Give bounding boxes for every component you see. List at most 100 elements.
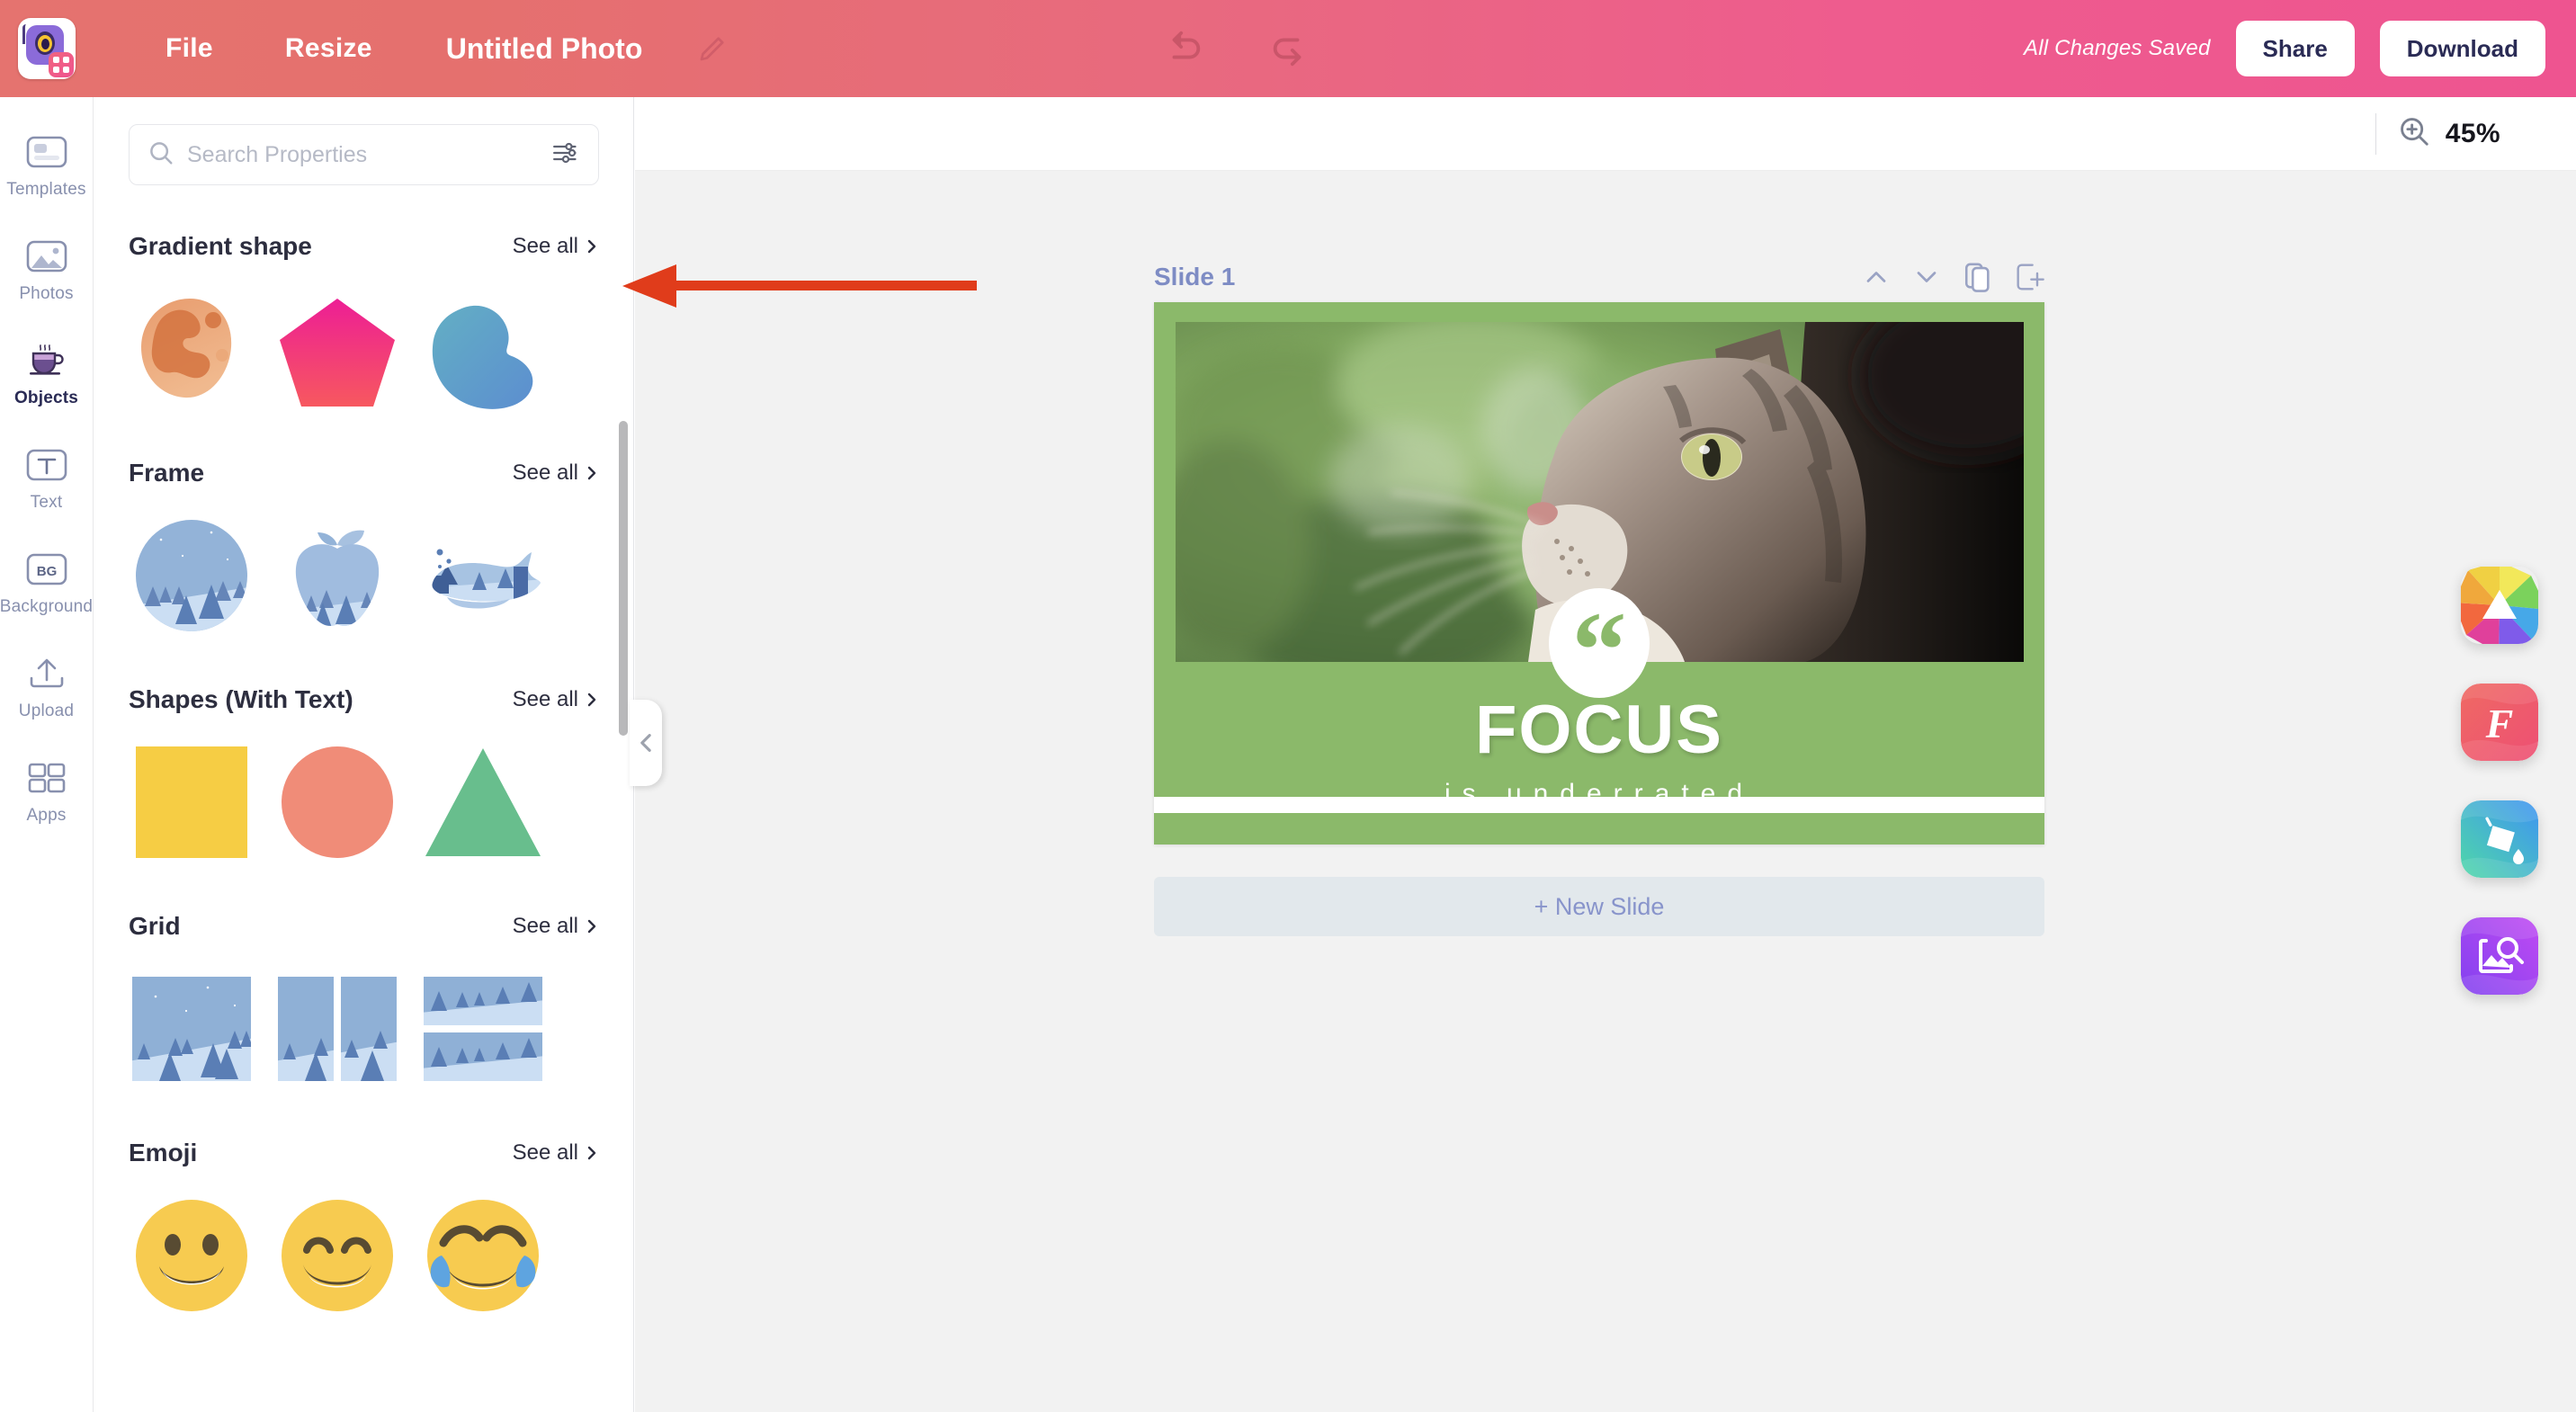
sidebar-item-apps[interactable]: Apps xyxy=(0,757,94,826)
zoom-level-value[interactable]: 45% xyxy=(2446,119,2500,149)
apps-grid-icon xyxy=(23,757,70,799)
properties-panel: Gradient shape See all xyxy=(94,97,634,1412)
search-properties-box[interactable] xyxy=(129,124,599,185)
see-all-label: See all xyxy=(512,687,578,711)
sidebar-label: Background xyxy=(0,597,94,616)
section-title: Grid xyxy=(129,912,181,940)
script-f-icon: F xyxy=(2461,684,2538,761)
search-input[interactable] xyxy=(187,141,551,168)
sidebar-item-objects[interactable]: Objects xyxy=(0,340,94,408)
header-actions: All Changes Saved Share Download xyxy=(2024,0,2545,97)
section-tiles xyxy=(129,1193,599,1318)
tile-blob-orange-gradient[interactable] xyxy=(129,286,255,412)
menu-file-label: File xyxy=(165,33,213,63)
sidebar-label: Upload xyxy=(18,702,75,720)
effects-app-button[interactable] xyxy=(2461,567,2538,644)
sidebar-item-text[interactable]: Text xyxy=(0,444,94,513)
section-title: Emoji xyxy=(129,1139,198,1166)
add-slide-icon[interactable] xyxy=(2016,262,2044,292)
tile-circle-salmon[interactable] xyxy=(274,739,400,865)
download-button[interactable]: Download xyxy=(2379,21,2545,76)
background-bg-icon: BG xyxy=(23,549,70,590)
see-all-label: See all xyxy=(512,460,578,485)
panel-scrollbar-thumb[interactable] xyxy=(619,421,628,736)
sliders-filter-icon[interactable] xyxy=(551,140,580,170)
menu-resize[interactable]: Resize xyxy=(249,0,408,97)
tile-pentagon-pink-gradient[interactable] xyxy=(274,286,400,412)
history-controls xyxy=(1160,28,1313,69)
photos-icon xyxy=(23,236,70,277)
tile-square-yellow[interactable] xyxy=(129,739,255,865)
slide-container: Slide 1 “ FOCUS is underrated + New Slid… xyxy=(1154,252,2044,936)
slide-headline[interactable]: FOCUS xyxy=(1154,691,2044,769)
pencil-icon[interactable] xyxy=(696,32,729,65)
tile-smiling-face-with-smiling-eyes-emoji[interactable] xyxy=(274,1193,400,1318)
section-frame: Frame See all xyxy=(94,459,633,639)
chevron-right-icon xyxy=(587,466,596,480)
floating-app-buttons: F xyxy=(2461,567,2538,995)
tile-apple-forest-frame[interactable] xyxy=(274,513,400,639)
tile-circle-forest-frame[interactable] xyxy=(129,513,255,639)
section-tiles xyxy=(129,966,599,1092)
share-button[interactable]: Share xyxy=(2235,21,2355,76)
menu-resize-label: Resize xyxy=(284,33,372,63)
section-header: Grid See all xyxy=(129,912,599,941)
collapse-panel-button[interactable] xyxy=(630,700,662,786)
zoom-in-magnifier-icon[interactable] xyxy=(2397,114,2431,153)
tile-grid-2-rows[interactable] xyxy=(420,966,546,1092)
tile-face-with-tears-of-joy-emoji[interactable] xyxy=(420,1193,546,1318)
left-sidebar: Templates Photos Objects Text BG Backgro… xyxy=(0,97,94,1412)
gradient-shape-see-all[interactable]: See all xyxy=(513,234,599,259)
undo-icon[interactable] xyxy=(1160,28,1209,69)
document-title[interactable]: Untitled Photo xyxy=(408,0,681,97)
sidebar-item-templates[interactable]: Templates xyxy=(0,131,94,200)
redo-icon[interactable] xyxy=(1265,28,1313,69)
section-title: Shapes (With Text) xyxy=(129,685,353,713)
app-logo-button[interactable] xyxy=(0,0,94,97)
tile-grinning-face-emoji[interactable] xyxy=(129,1193,255,1318)
tile-bean-blue-gradient[interactable] xyxy=(420,286,546,412)
tile-whale-forest-frame[interactable] xyxy=(420,513,546,639)
new-slide-button[interactable]: + New Slide xyxy=(1154,877,2044,936)
sidebar-item-photos[interactable]: Photos xyxy=(0,236,94,304)
shapes-with-text-see-all[interactable]: See all xyxy=(513,687,599,712)
chevron-down-icon[interactable] xyxy=(1913,264,1940,290)
see-all-label: See all xyxy=(512,1140,578,1165)
frame-see-all[interactable]: See all xyxy=(513,460,599,486)
menu-file[interactable]: File xyxy=(130,0,249,97)
svg-text:BG: BG xyxy=(36,564,57,579)
sidebar-item-background[interactable]: BG Background xyxy=(0,549,94,617)
section-header: Shapes (With Text) See all xyxy=(129,685,599,714)
image-search-app-button[interactable] xyxy=(2461,917,2538,995)
fonts-app-button[interactable]: F xyxy=(2461,684,2538,761)
section-tiles xyxy=(129,739,599,865)
slide-header: Slide 1 xyxy=(1154,252,2044,302)
text-icon xyxy=(23,444,70,486)
grid-see-all[interactable]: See all xyxy=(513,914,599,939)
coffee-cup-icon xyxy=(23,340,70,381)
paint-bucket-icon xyxy=(2461,800,2538,878)
duplicate-icon[interactable] xyxy=(1963,262,1992,292)
sidebar-item-upload[interactable]: Upload xyxy=(0,653,94,721)
chevron-up-icon[interactable] xyxy=(1863,264,1890,290)
quote-badge: “ xyxy=(1549,588,1650,706)
svg-text:F: F xyxy=(2485,701,2514,746)
slide-label: Slide 1 xyxy=(1154,263,1236,290)
image-search-icon xyxy=(2461,917,2538,995)
tile-grid-2-columns[interactable] xyxy=(274,966,400,1092)
section-emoji: Emoji See all xyxy=(94,1139,633,1318)
tile-triangle-green[interactable] xyxy=(420,739,546,865)
slide-canvas[interactable]: “ FOCUS is underrated xyxy=(1154,302,2044,845)
tile-grid-1-cell[interactable] xyxy=(129,966,255,1092)
top-toolbar: File Resize Untitled Photo All Changes S… xyxy=(0,0,2576,97)
sidebar-label: Photos xyxy=(19,284,74,303)
emoji-see-all[interactable]: See all xyxy=(513,1140,599,1166)
save-status: All Changes Saved xyxy=(2023,36,2211,60)
section-header: Gradient shape See all xyxy=(129,232,599,261)
section-gradient-shape: Gradient shape See all xyxy=(94,232,633,412)
fill-app-button[interactable] xyxy=(2461,800,2538,878)
section-tiles xyxy=(129,286,599,412)
templates-icon xyxy=(23,131,70,173)
upload-icon xyxy=(23,653,70,694)
document-title-label: Untitled Photo xyxy=(445,31,643,65)
